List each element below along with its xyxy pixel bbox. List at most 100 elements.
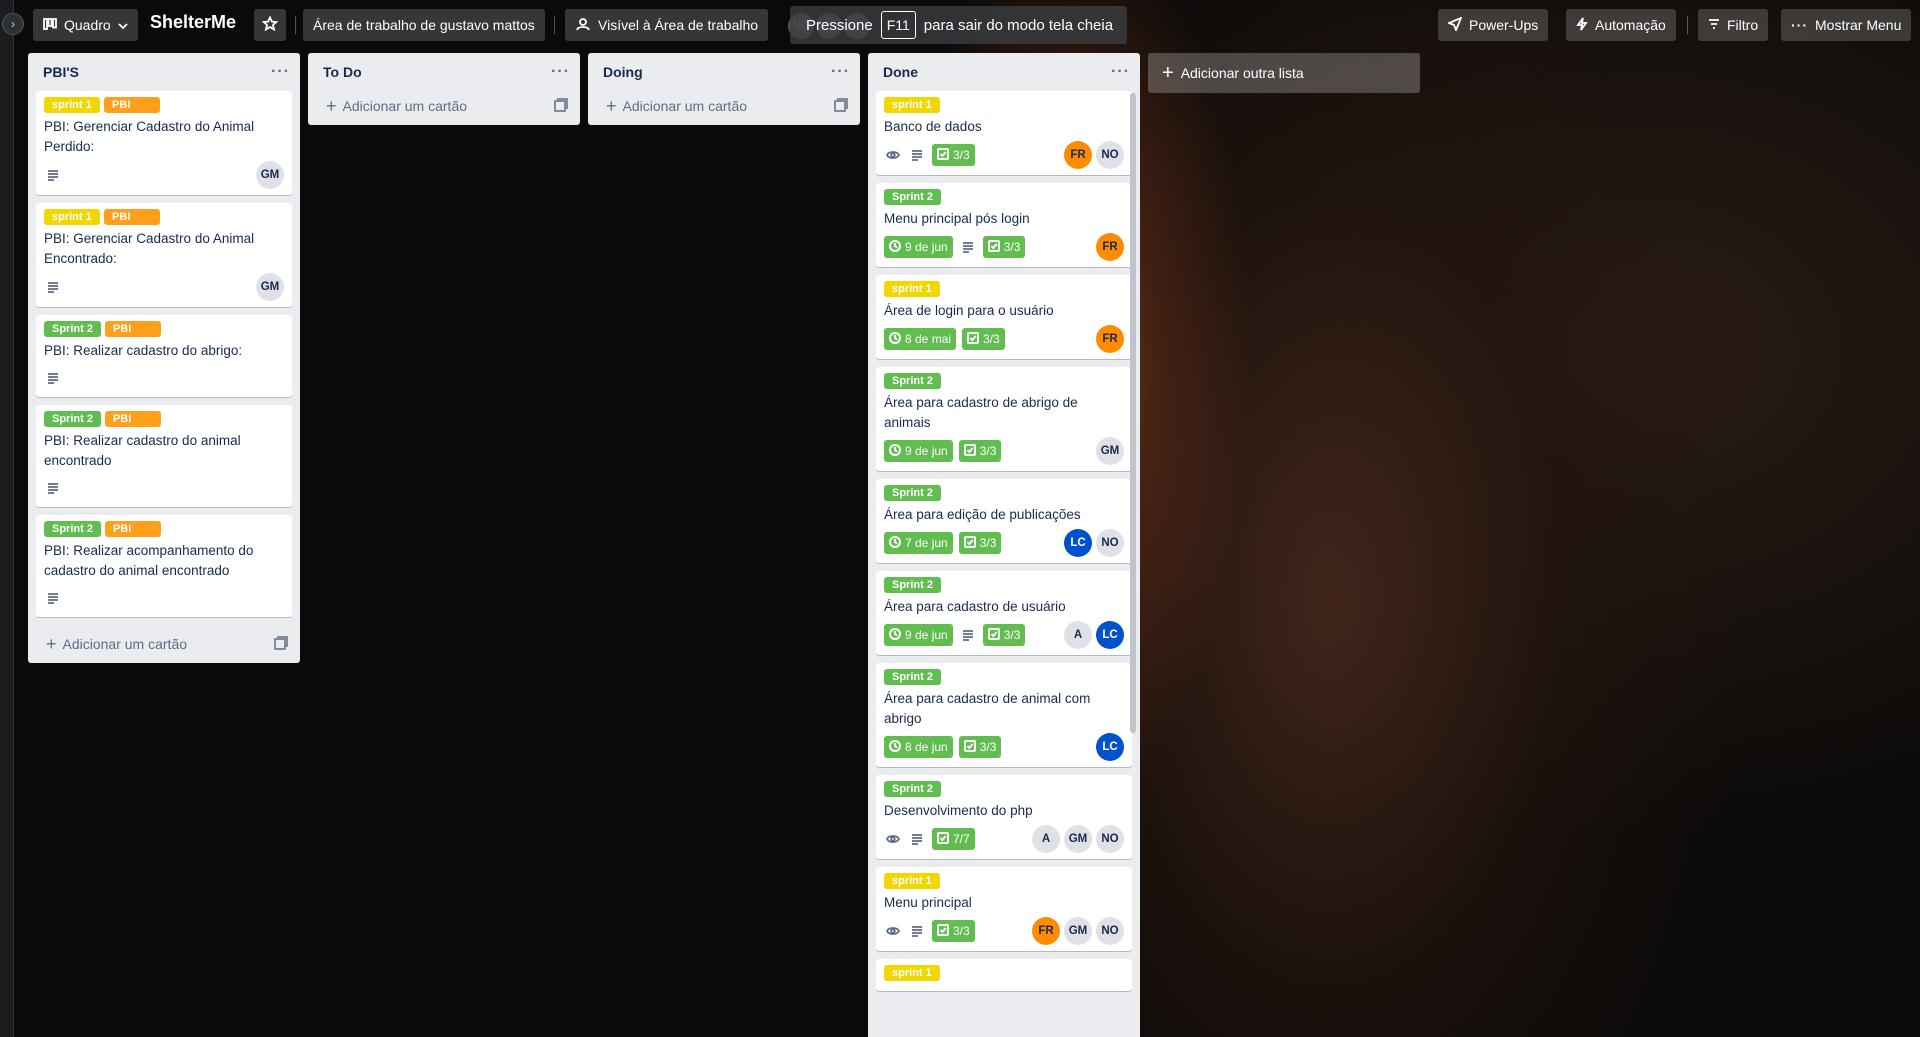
card-label[interactable]: Sprint 2 (884, 189, 941, 205)
card-label[interactable]: Sprint 2 (884, 373, 941, 389)
card-label[interactable]: PBI (104, 97, 160, 113)
avatar[interactable]: NO (1096, 529, 1124, 557)
list-header[interactable]: Done ··· (868, 53, 1140, 91)
list-menu-icon[interactable]: ··· (551, 63, 570, 81)
card[interactable]: Sprint 2 PBI PBI: Realizar cadastro do abr… (36, 315, 292, 397)
due-date-badge[interactable]: 7 de jun (884, 532, 953, 554)
header-divider (1687, 16, 1688, 34)
card-template-icon[interactable] (554, 97, 568, 115)
power-ups-button[interactable]: Power-Ups (1438, 9, 1549, 41)
card-title: PBI: Realizar acompanhamento do cadastro… (44, 543, 254, 578)
card-label[interactable]: PBI (104, 411, 161, 427)
card[interactable]: Sprint 2 Desenvolvimento do php 7/7 A GM NO (876, 775, 1132, 859)
list-title[interactable]: PBI'S (43, 64, 79, 80)
workspace-button[interactable]: Área de trabalho de gustavo mattos (303, 9, 545, 41)
due-date-badge[interactable]: 8 de mai (884, 328, 957, 350)
list-title[interactable]: To Do (323, 64, 362, 80)
card-template-icon[interactable] (834, 97, 848, 115)
list-header[interactable]: PBI'S ··· (28, 53, 300, 91)
card-label[interactable]: sprint 1 (44, 209, 100, 225)
card-label[interactable]: PBI (104, 521, 161, 537)
people-icon (575, 17, 591, 34)
card[interactable]: sprint 1 PBI PBI: Gerenciar Cadastro do An… (36, 203, 292, 307)
list-title[interactable]: Doing (603, 64, 643, 80)
card-label[interactable]: Sprint 2 (884, 669, 941, 685)
card-label[interactable]: Sprint 2 (884, 577, 941, 593)
avatar[interactable]: GM (1064, 825, 1092, 853)
card-template-icon[interactable] (274, 635, 288, 653)
card-badges (44, 475, 284, 501)
avatar[interactable]: LC (1064, 529, 1092, 557)
avatar[interactable]: FR (1096, 325, 1124, 353)
card[interactable]: Sprint 2 PBI PBI: Realizar acompanhamento … (36, 515, 292, 617)
card[interactable]: Sprint 2 Área para edição de publicações 7… (876, 479, 1132, 563)
list-scrollbar[interactable] (1130, 93, 1136, 733)
add-card-button[interactable]: + Adicionar um cartão (606, 96, 747, 117)
card-label[interactable]: PBI (104, 209, 160, 225)
card[interactable]: sprint 1 Menu principal 3/3 FR GM NO (876, 867, 1132, 951)
due-date-badge[interactable]: 8 de jun (884, 736, 953, 758)
avatar[interactable]: A (1064, 621, 1092, 649)
list-pbis: PBI'S ··· sprint 1 PBI PBI: Gerenciar Cada… (28, 53, 300, 663)
avatar[interactable]: FR (1064, 141, 1092, 169)
card-label[interactable]: Sprint 2 (44, 321, 101, 337)
filter-button[interactable]: Filtro (1698, 9, 1769, 41)
list-menu-icon[interactable]: ··· (1111, 63, 1130, 81)
card[interactable]: Sprint 2 Área para cadastro de animal com… (876, 663, 1132, 767)
due-date-badge[interactable]: 9 de jun (884, 440, 953, 462)
card-label[interactable]: Sprint 2 (884, 781, 941, 797)
automation-button[interactable]: Automação (1566, 9, 1676, 41)
avatar[interactable]: LC (1096, 733, 1124, 761)
card-label[interactable]: Sprint 2 (884, 485, 941, 501)
show-menu-button[interactable]: ··· Mostrar Menu (1781, 9, 1912, 41)
card-label[interactable]: sprint 1 (44, 97, 100, 113)
add-card-button[interactable]: + Adicionar um cartão (46, 634, 187, 655)
card-label[interactable]: Sprint 2 (44, 411, 101, 427)
avatar[interactable]: GM (1064, 917, 1092, 945)
card-label[interactable]: sprint 1 (884, 281, 940, 297)
list-menu-icon[interactable]: ··· (831, 63, 850, 81)
card[interactable]: Sprint 2 Área para cadastro de abrigo de … (876, 367, 1132, 471)
avatar[interactable]: LC (1096, 621, 1124, 649)
due-date-text: 7 de jun (905, 536, 948, 550)
card[interactable]: Sprint 2 Área para cadastro de usuário 9 d… (876, 571, 1132, 655)
card[interactable]: sprint 1 PBI PBI: Gerenciar Cadastro do An… (36, 91, 292, 195)
add-card-button[interactable]: + Adicionar um cartão (326, 96, 467, 117)
card-label[interactable]: sprint 1 (884, 97, 940, 113)
avatar[interactable]: FR (1032, 917, 1060, 945)
list-header[interactable]: To Do ··· (308, 53, 580, 91)
due-date-badge[interactable]: 9 de jun (884, 236, 953, 258)
card[interactable]: sprint 1 Banco de dados 3/3 FR NO (876, 91, 1132, 175)
list-header[interactable]: Doing ··· (588, 53, 860, 91)
star-button[interactable] (254, 9, 286, 41)
add-list-button[interactable]: + Adicionar outra lista (1148, 53, 1420, 93)
card[interactable]: Sprint 2 Menu principal pós login 9 de jun… (876, 183, 1132, 267)
card-label[interactable]: Sprint 2 (44, 521, 101, 537)
avatar[interactable]: NO (1096, 917, 1124, 945)
avatar[interactable]: GM (256, 161, 284, 189)
board-switcher-button[interactable]: Quadro (33, 9, 138, 41)
avatar[interactable]: GM (256, 273, 284, 301)
avatar[interactable]: A (1032, 825, 1060, 853)
card-label[interactable]: sprint 1 (884, 873, 940, 889)
list-title[interactable]: Done (883, 64, 918, 80)
due-date-badge[interactable]: 9 de jun (884, 624, 953, 646)
list-to-do: To Do ··· + Adicionar um cartão (308, 53, 580, 125)
list-scroll-area[interactable]: sprint 1 Banco de dados 3/3 FR NO Sprint 2 Men… (868, 91, 1140, 1031)
avatar[interactable]: FR (1096, 233, 1124, 261)
visibility-button[interactable]: Visível à Área de trabalho (565, 9, 769, 41)
list-menu-icon[interactable]: ··· (271, 63, 290, 81)
card-badges: 8 de jun 3/3 LC (884, 733, 1124, 761)
avatar[interactable]: GM (1096, 437, 1124, 465)
card-label[interactable]: PBI (104, 321, 161, 337)
power-ups-label: Power-Ups (1469, 17, 1539, 33)
checklist-badge: 3/3 (958, 440, 1002, 462)
card-label[interactable]: sprint 1 (884, 965, 940, 981)
board-title[interactable]: ShelterMe (150, 12, 236, 33)
avatar[interactable]: NO (1096, 141, 1124, 169)
card[interactable]: sprint 1 Área de login para o usuário 8 de… (876, 275, 1132, 359)
card[interactable]: sprint 1 (876, 959, 1132, 991)
description-icon (44, 278, 62, 296)
card[interactable]: Sprint 2 PBI PBI: Realizar cadastro do ani… (36, 405, 292, 507)
avatar[interactable]: NO (1096, 825, 1124, 853)
